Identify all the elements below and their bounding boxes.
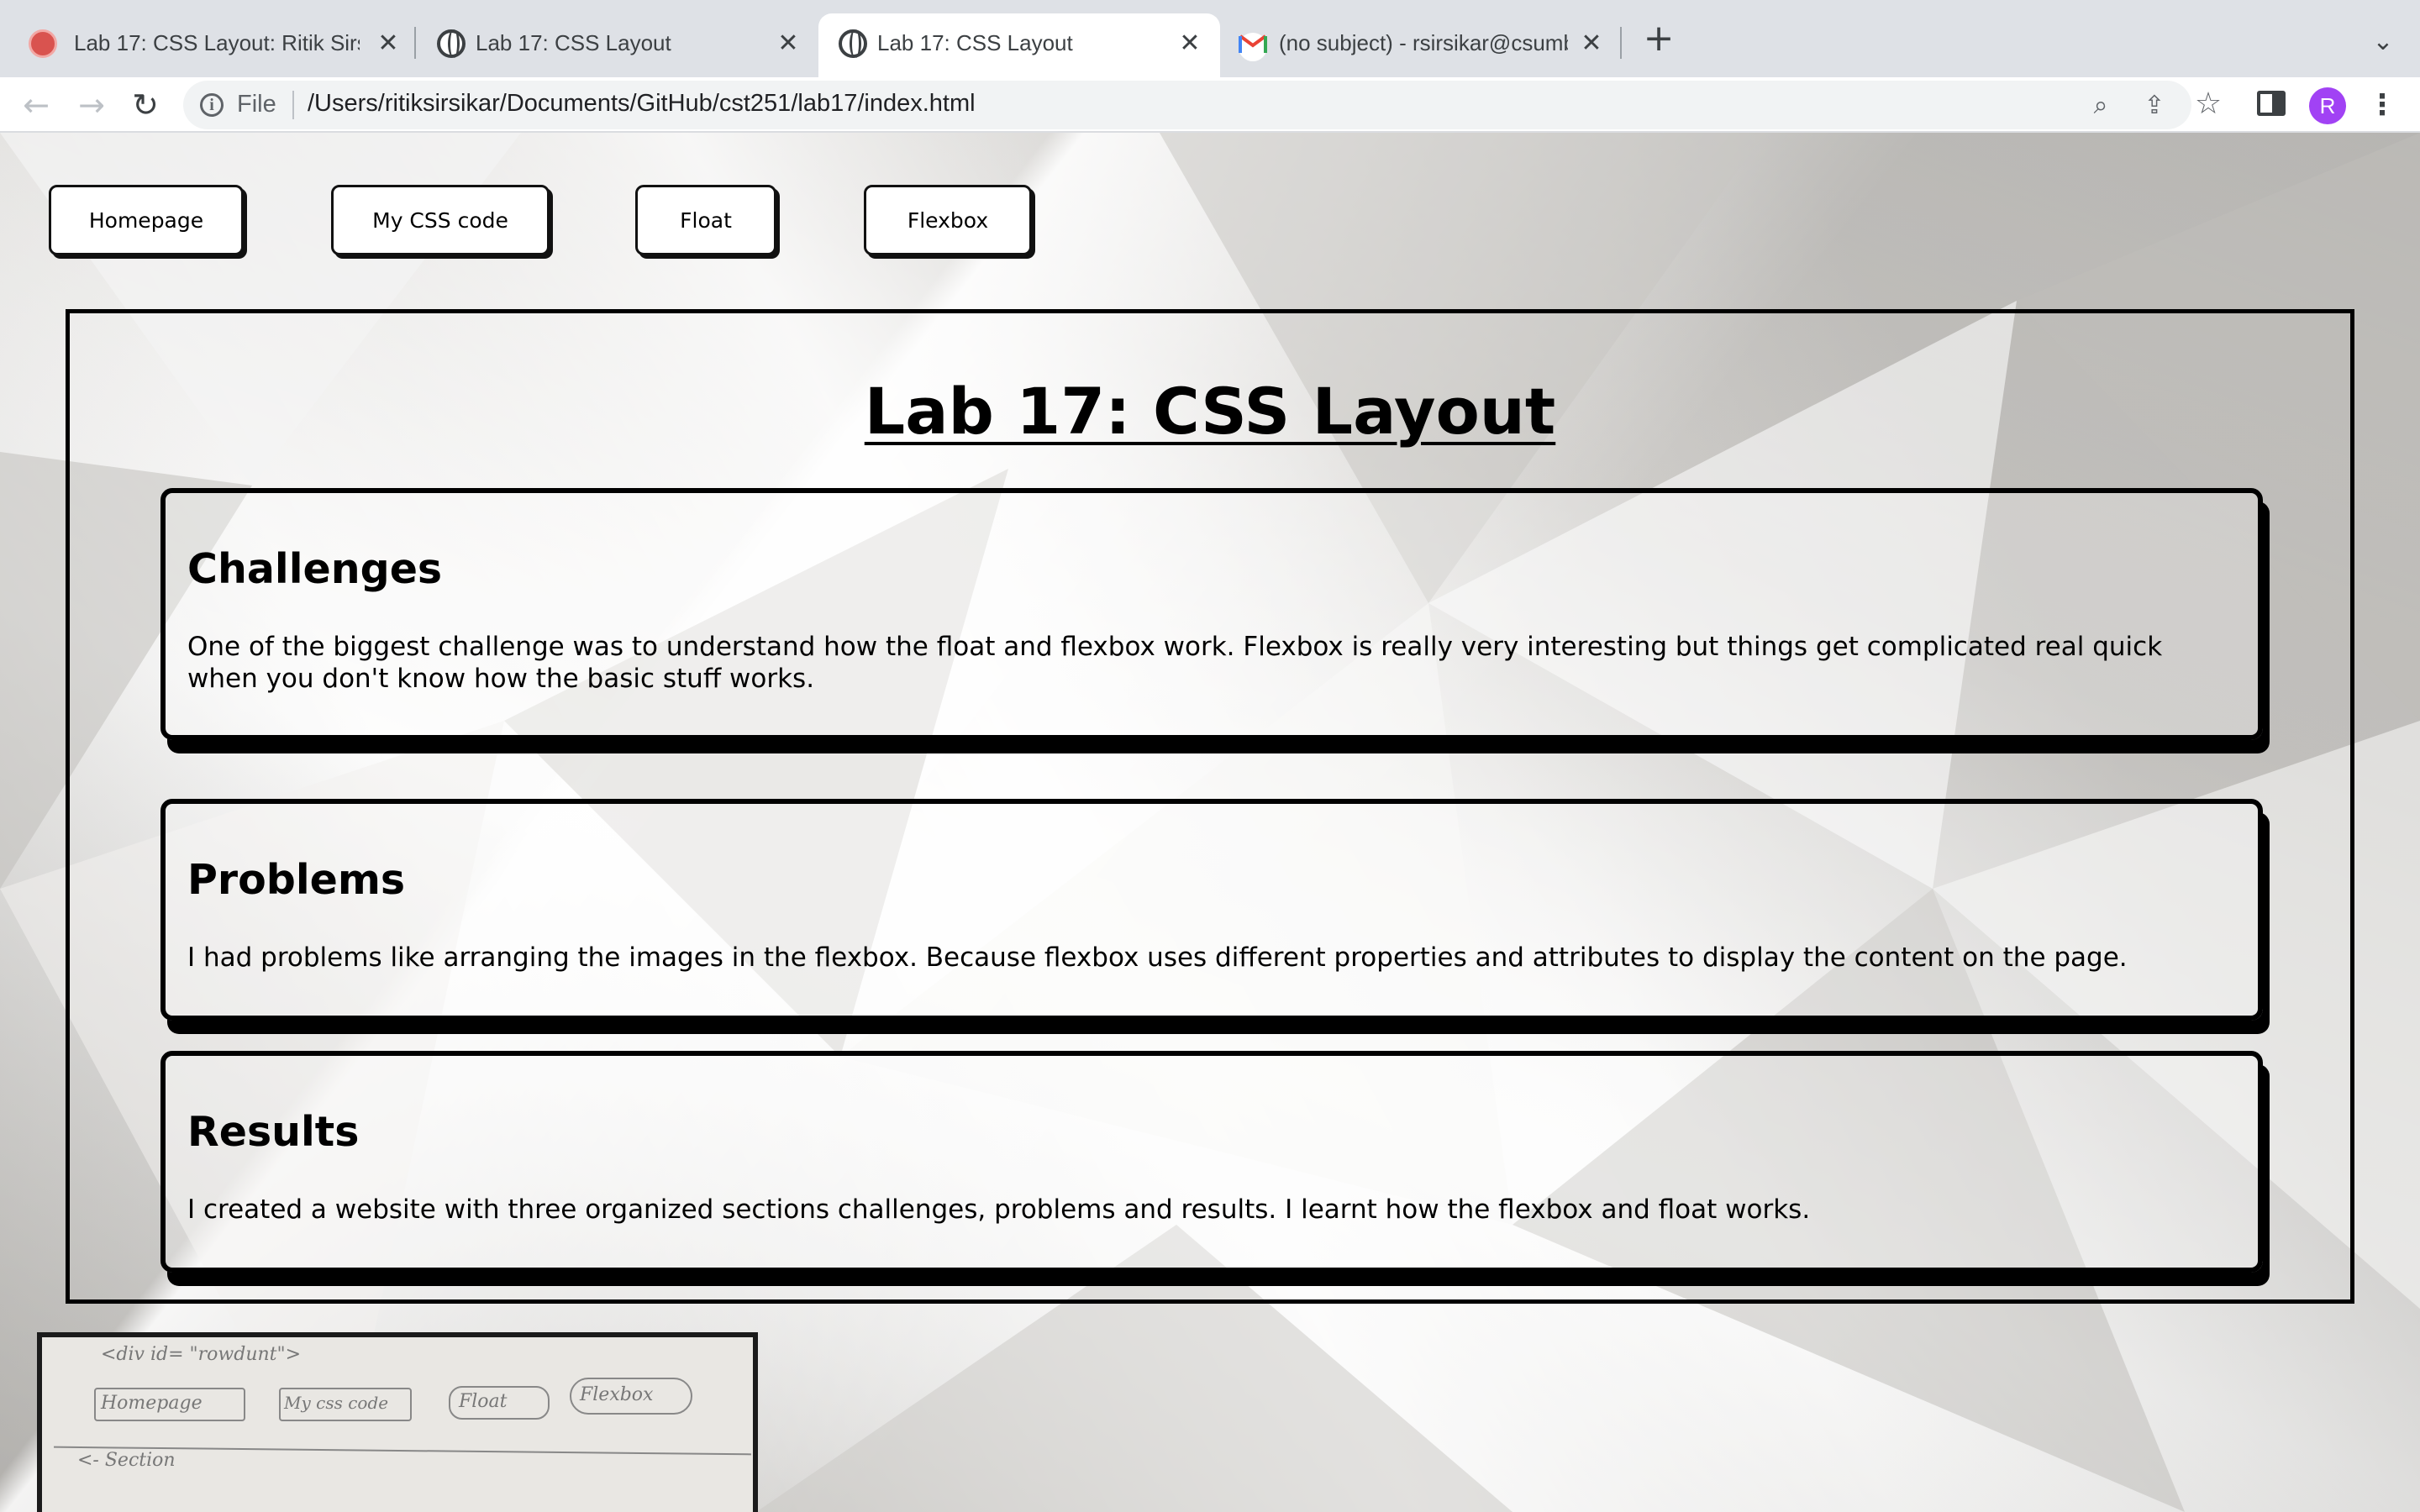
close-icon[interactable]: ✕	[373, 29, 403, 59]
section-heading: Results	[187, 1108, 360, 1156]
page-viewport: Homepage My CSS code Float Flexbox Lab 1…	[0, 133, 2420, 1512]
avatar[interactable]: R	[2309, 87, 2346, 124]
sketch-box-label: My css code	[284, 1393, 389, 1413]
share-icon[interactable]: ⇪	[2138, 89, 2171, 123]
sketch-section-label: <- Section	[77, 1450, 176, 1471]
url-text[interactable]: /Users/ritiksirsikar/Documents/GitHub/cs…	[308, 90, 976, 118]
sketch-box-label: Float	[459, 1391, 508, 1412]
section-text: One of the biggest challenge was to unde…	[187, 632, 2163, 694]
reload-button[interactable]: ↻	[124, 84, 166, 126]
float-button[interactable]: Float	[635, 185, 776, 255]
gmail-icon	[1239, 33, 1267, 61]
section-heading: Challenges	[187, 545, 443, 593]
wireframe-sketch-image: <div id= "rowdunt"> Homepage My css code…	[37, 1332, 758, 1512]
forward-button[interactable]: →	[71, 84, 113, 126]
scheme-label: File	[237, 91, 276, 118]
globe-icon	[839, 29, 867, 58]
tab-4[interactable]: (no subject) - rsirsikar@csumb.edu ✕	[1220, 13, 1622, 77]
tab-1-title: Lab 17: CSS Layout: Ritik Sirsikar	[74, 30, 360, 55]
close-icon[interactable]: ✕	[1175, 29, 1205, 59]
back-button[interactable]: ←	[15, 84, 57, 126]
tab-1[interactable]: Lab 17: CSS Layout: Ritik Sirsikar ✕	[0, 13, 412, 77]
tab-separator	[414, 27, 416, 59]
problems-section: Problems I had problems like arranging t…	[160, 799, 2263, 1021]
sketch-box-label: Homepage	[101, 1393, 203, 1414]
challenges-section: Challenges One of the biggest challenge …	[160, 488, 2263, 740]
close-icon[interactable]: ✕	[773, 29, 803, 59]
my-css-code-button[interactable]: My CSS code	[331, 185, 550, 255]
tab-4-title: (no subject) - rsirsikar@csumb.edu	[1279, 30, 1568, 55]
section-text: I created a website with three organized…	[187, 1194, 1811, 1225]
close-icon[interactable]: ✕	[1576, 29, 1607, 59]
sketch-div-label: <div id= "rowdunt">	[101, 1344, 302, 1365]
zoom-icon[interactable]: ⌕	[2084, 89, 2118, 123]
sketch-box-label: Flexbox	[580, 1384, 654, 1405]
tab-3-title: Lab 17: CSS Layout	[877, 30, 1073, 55]
page-title: Lab 17: CSS Layout	[864, 374, 1556, 449]
tab-2-title: Lab 17: CSS Layout	[476, 30, 671, 55]
red-gear-favicon-icon	[29, 29, 57, 58]
menu-icon[interactable]: ⋮	[2368, 86, 2396, 124]
globe-icon	[437, 29, 466, 58]
section-text: I had problems like arranging the images…	[187, 942, 2128, 973]
tab-strip: Lab 17: CSS Layout: Ritik Sirsikar ✕ Lab…	[0, 0, 2420, 77]
new-tab-button[interactable]: +	[1640, 20, 1677, 59]
browser-toolbar: ← → ↻ i File /Users/ritiksirsikar/Docume…	[0, 77, 2420, 133]
bookmark-star-icon[interactable]: ☆	[2191, 87, 2225, 121]
section-heading: Problems	[187, 856, 406, 904]
content-container: Lab 17: CSS Layout Challenges One of the…	[66, 309, 2354, 1304]
side-panel-icon[interactable]	[2257, 91, 2286, 116]
info-icon[interactable]: i	[200, 93, 224, 117]
omnibox-divider	[292, 91, 294, 119]
address-bar[interactable]: i File /Users/ritiksirsikar/Documents/Gi…	[183, 81, 2222, 129]
tab-2[interactable]: Lab 17: CSS Layout ✕	[417, 13, 818, 77]
flexbox-button[interactable]: Flexbox	[864, 185, 1032, 255]
homepage-button[interactable]: Homepage	[49, 185, 244, 255]
results-section: Results I created a website with three o…	[160, 1051, 2263, 1273]
tab-search-chevron-icon[interactable]: ⌄	[2366, 25, 2400, 59]
tab-separator	[1620, 27, 1622, 59]
tab-3-active[interactable]: Lab 17: CSS Layout ✕	[818, 13, 1220, 77]
